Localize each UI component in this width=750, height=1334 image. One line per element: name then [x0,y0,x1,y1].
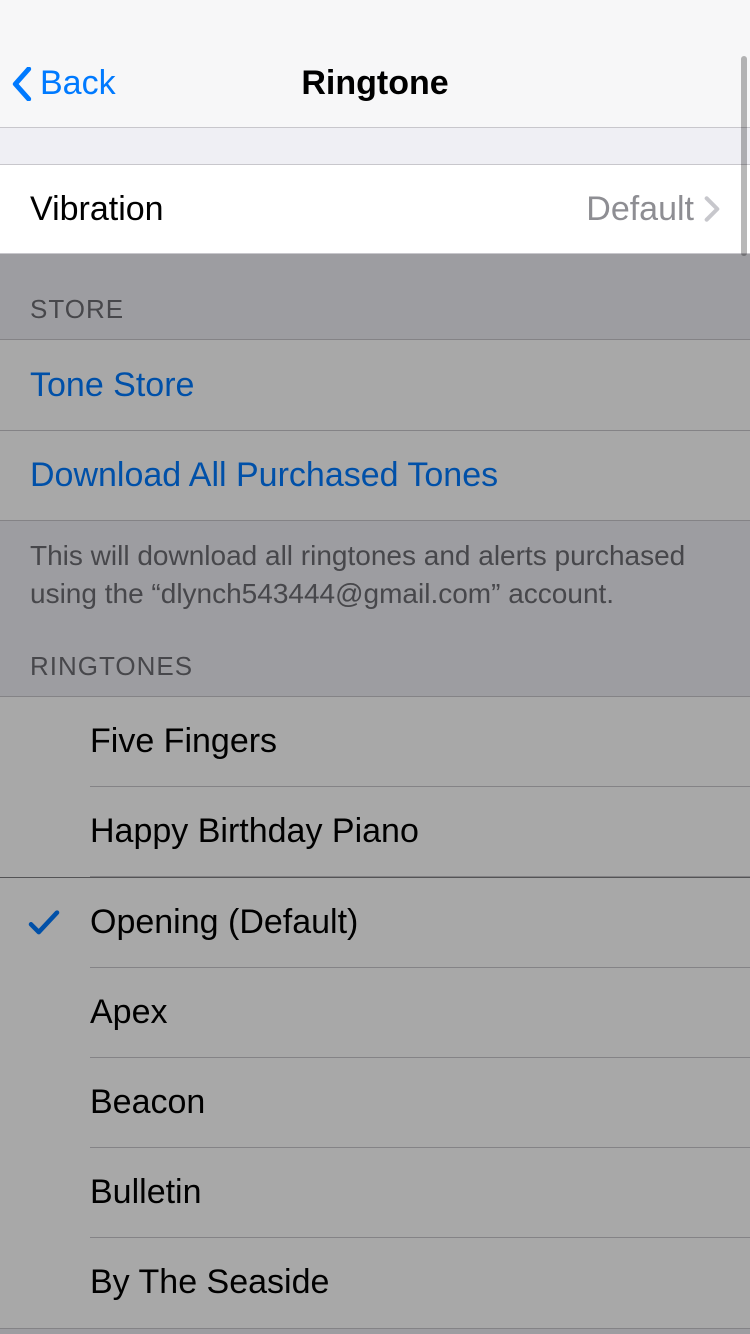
ringtone-row[interactable]: Happy Birthday Piano [0,787,750,877]
ringtone-row[interactable]: Opening (Default) [0,878,750,968]
scroll-indicator [741,56,747,256]
ringtone-row[interactable]: Bulletin [0,1148,750,1238]
ringtone-label: Five Fingers [90,722,277,761]
back-button[interactable]: Back [10,40,116,127]
tone-store-label: Tone Store [30,366,194,405]
ringtone-row[interactable]: By The Seaside [0,1238,750,1328]
ringtones-group: Five Fingers Happy Birthday Piano Openin… [0,696,750,1329]
ringtone-label: By The Seaside [90,1263,329,1302]
chevron-right-icon [704,195,720,223]
download-all-label: Download All Purchased Tones [30,456,498,495]
ringtone-row[interactable]: Beacon [0,1058,750,1148]
ringtone-label: Happy Birthday Piano [90,812,419,851]
store-section-footer: This will download all ringtones and ale… [0,521,750,627]
vibration-cell[interactable]: Vibration Default [0,164,750,254]
tone-store-link[interactable]: Tone Store [0,340,750,430]
ringtone-label: Apex [90,993,168,1032]
store-section-header: STORE [0,254,750,339]
chevron-left-icon [10,64,34,104]
ringtone-label: Bulletin [90,1173,202,1212]
ringtone-settings-screen: Back Ringtone Vibration Default STORE To… [0,0,750,1334]
status-bar [0,0,750,40]
navigation-bar: Back Ringtone [0,40,750,128]
download-all-link[interactable]: Download All Purchased Tones [0,430,750,520]
store-group: Tone Store Download All Purchased Tones [0,339,750,521]
ringtone-label: Opening (Default) [90,903,358,942]
checkmark-icon [28,910,60,936]
ringtone-row[interactable]: Apex [0,968,750,1058]
ringtone-label: Beacon [90,1083,205,1122]
back-label: Back [40,64,116,103]
ringtone-row[interactable]: Five Fingers [0,697,750,787]
vibration-label: Vibration [30,190,586,229]
spacer [0,128,750,164]
ringtones-section-header: RINGTONES [0,627,750,696]
vibration-value: Default [586,190,694,229]
